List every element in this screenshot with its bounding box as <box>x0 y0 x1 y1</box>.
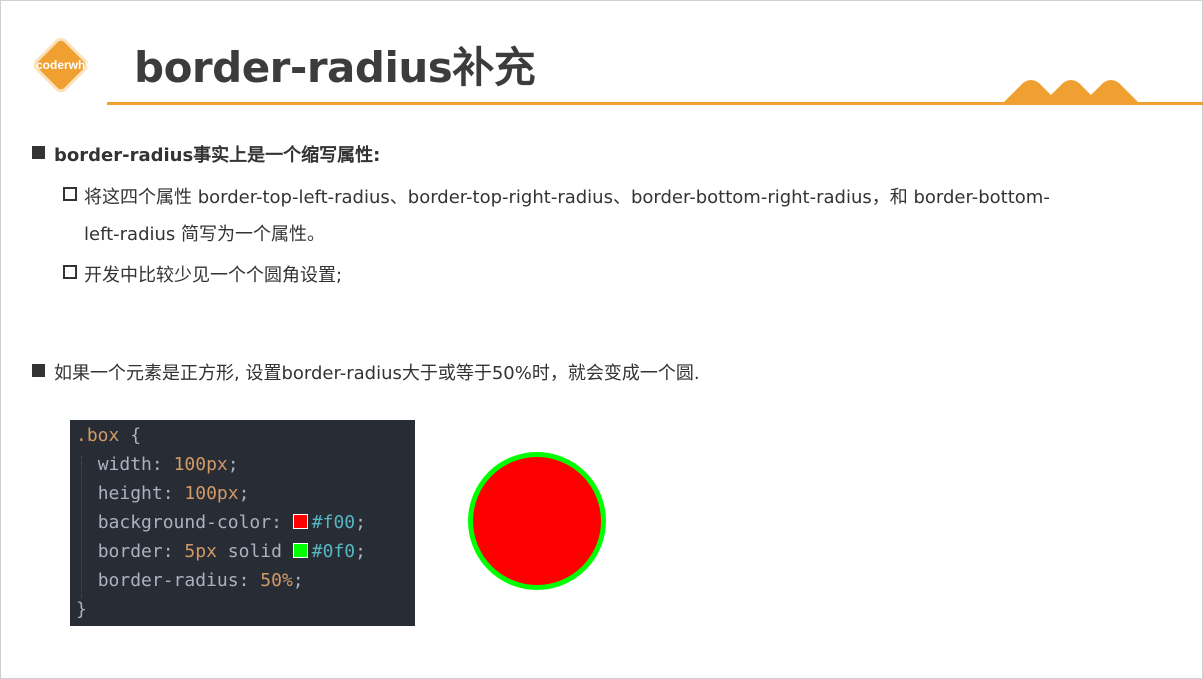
code-line-border: border: 5px solid #0f0; <box>97 541 366 562</box>
css-selector: .box <box>76 425 120 446</box>
css-property: height <box>97 483 163 504</box>
color-swatch-green-icon <box>292 543 308 558</box>
title-underline <box>107 102 1203 105</box>
page-title: border-radius补充 <box>134 43 536 92</box>
code-line-height: height: 100px; <box>97 483 250 504</box>
sub-bullet-hollow-square-icon <box>63 187 77 201</box>
slide: coderwhy border-radius补充 border-radius事实… <box>0 0 1203 679</box>
code-line-background-color: background-color: #f00; <box>97 512 366 533</box>
bullet-text: border-radius事实上是一个缩写属性: <box>54 145 381 166</box>
sub-bullet-text: 开发中比较少见一个个圆角设置; <box>84 265 343 286</box>
mountains-decoration-icon <box>1001 80 1141 105</box>
open-brace: { <box>130 425 142 446</box>
close-brace: } <box>76 599 87 620</box>
css-value: #f00 <box>311 512 356 533</box>
sub-bullet-text-line2: left-radius 简写为一个属性。 <box>84 224 326 245</box>
code-line-width: width: 100px; <box>97 454 239 475</box>
css-property: width <box>97 454 152 475</box>
code-line-selector: .box { <box>76 425 141 446</box>
sub-bullet-hollow-square-icon <box>63 265 77 279</box>
demo-circle <box>468 452 606 590</box>
code-line-close: } <box>76 599 87 620</box>
sub-bullet-text-line1: 将这四个属性 border-top-left-radius、border-top… <box>84 187 1050 208</box>
logo-text: coderwhy <box>35 58 92 72</box>
css-property: border-radius <box>97 570 239 591</box>
bullet-square-icon <box>32 364 45 377</box>
code-block: .box { width: 100px; height: 100px; back… <box>70 420 415 626</box>
css-value: #0f0 <box>311 541 356 562</box>
css-value: 50% <box>260 570 293 591</box>
bullet-square-icon <box>32 146 45 159</box>
css-value-keyword: solid <box>227 541 282 562</box>
css-property: border <box>97 541 163 562</box>
color-swatch-red-icon <box>292 514 308 529</box>
code-line-border-radius: border-radius: 50%; <box>97 570 304 591</box>
css-value-width: 5px <box>184 541 217 562</box>
css-value: 100px <box>184 483 239 504</box>
css-value: 100px <box>173 454 228 475</box>
css-property: background-color <box>97 512 272 533</box>
bullet-text: 如果一个元素是正方形, 设置border-radius大于或等于50%时，就会变… <box>54 363 700 384</box>
